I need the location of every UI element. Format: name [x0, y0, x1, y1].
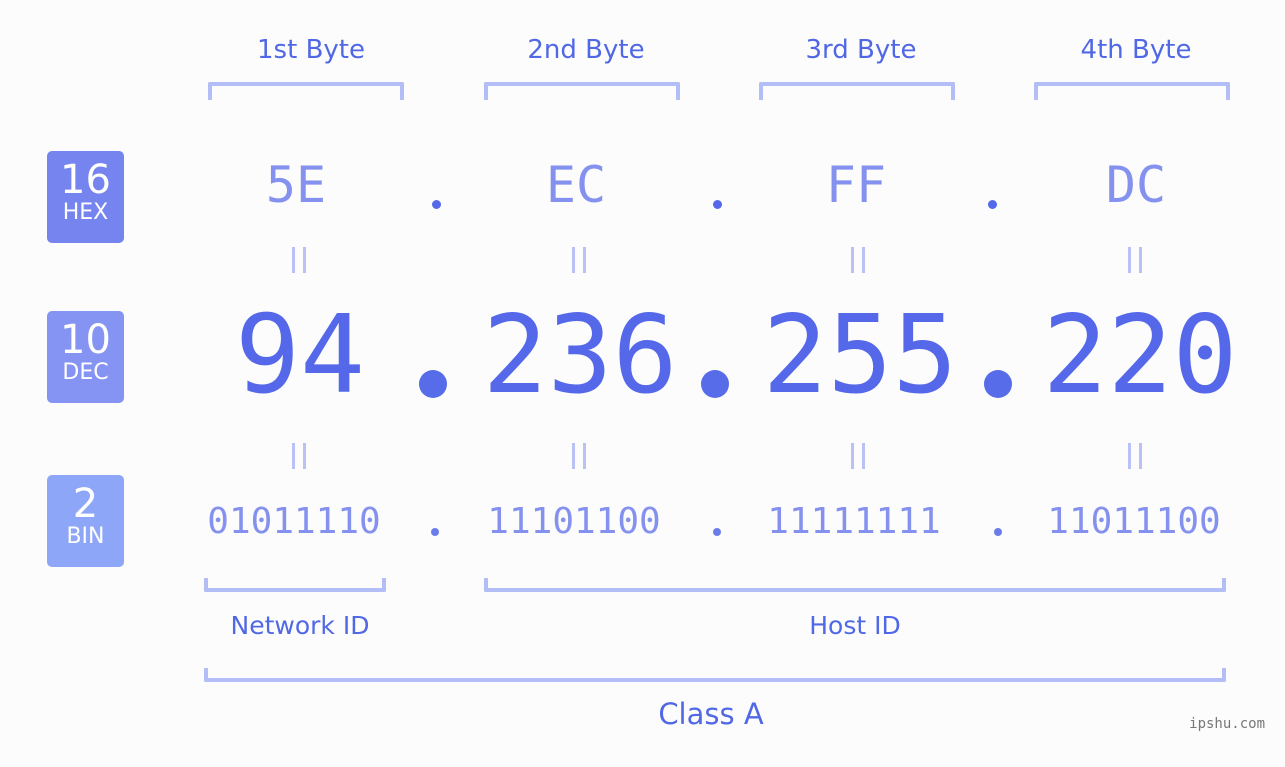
equals-icon [292, 247, 306, 273]
hex-value-2: EC [545, 156, 607, 214]
equals-icon [1128, 443, 1142, 469]
hex-separator-dot [988, 200, 997, 209]
bin-value-3: 11111111 [767, 501, 941, 542]
dec-badge-label: DEC [62, 360, 109, 385]
bin-value-2: 11101100 [487, 501, 661, 542]
hex-value-3: FF [825, 156, 887, 214]
dec-badge-number: 10 [60, 317, 111, 363]
bin-separator-dot [713, 528, 721, 536]
bin-badge: 2 BIN [47, 475, 124, 567]
byte-label-1: 1st Byte [257, 35, 365, 65]
hex-badge-number: 16 [60, 157, 111, 203]
byte-label-2: 2nd Byte [527, 35, 645, 65]
hex-separator-dot [713, 200, 722, 209]
byte-bracket-4 [1034, 82, 1230, 100]
watermark: ipshu.com [1189, 716, 1265, 732]
dec-value-2: 236 [482, 293, 678, 418]
host-id-bracket [484, 578, 1226, 592]
hex-badge-label: HEX [62, 200, 109, 225]
byte-label-3: 3rd Byte [805, 35, 917, 65]
bin-badge-label: BIN [66, 524, 105, 549]
class-label: Class A [658, 697, 764, 731]
network-id-bracket [204, 578, 386, 592]
network-id-label: Network ID [230, 611, 370, 640]
dec-value-1: 94 [234, 293, 366, 418]
equals-icon [292, 443, 306, 469]
host-id-label: Host ID [809, 611, 901, 640]
equals-icon [1128, 247, 1142, 273]
dec-separator-dot [984, 370, 1012, 398]
dec-value-4: 220 [1042, 293, 1238, 418]
hex-value-4: DC [1105, 156, 1167, 214]
hex-value-1: 5E [265, 156, 327, 214]
dec-badge: 10 DEC [47, 311, 124, 403]
dec-separator-dot [701, 370, 729, 398]
dec-value-3: 255 [762, 293, 958, 418]
bin-separator-dot [994, 528, 1002, 536]
equals-icon [851, 443, 865, 469]
byte-bracket-2 [484, 82, 680, 100]
hex-badge: 16 HEX [47, 151, 124, 243]
equals-icon [851, 247, 865, 273]
bin-value-1: 01011110 [207, 501, 381, 542]
dec-separator-dot [419, 370, 447, 398]
equals-icon [572, 247, 586, 273]
bin-badge-number: 2 [72, 481, 99, 527]
bin-separator-dot [431, 528, 439, 536]
class-bracket [204, 668, 1226, 682]
byte-bracket-3 [759, 82, 955, 100]
byte-bracket-1 [208, 82, 404, 100]
equals-icon [572, 443, 586, 469]
hex-separator-dot [432, 200, 441, 209]
byte-label-4: 4th Byte [1080, 35, 1192, 65]
bin-value-4: 11011100 [1047, 501, 1221, 542]
